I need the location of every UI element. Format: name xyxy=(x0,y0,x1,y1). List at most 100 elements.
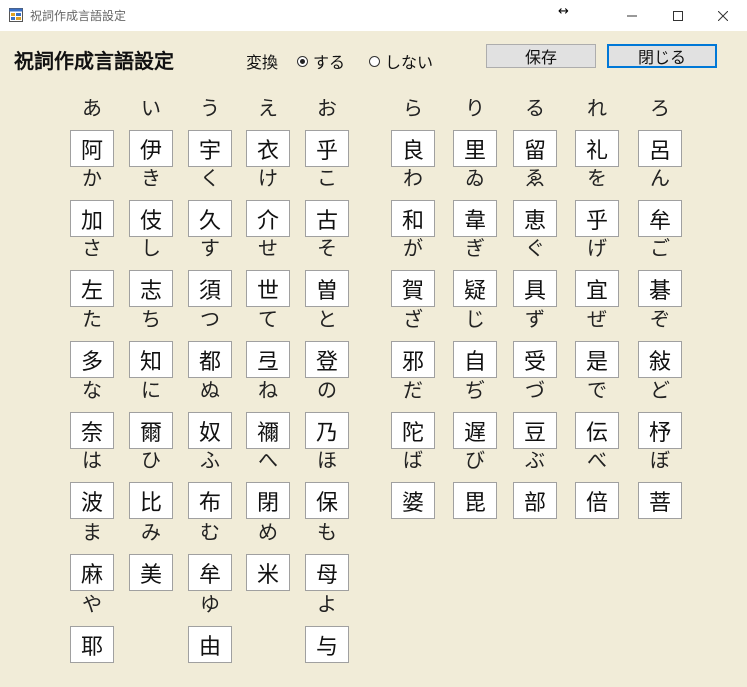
kanji-input[interactable]: 須 xyxy=(188,270,232,307)
kanji-input[interactable]: 乃 xyxy=(305,412,349,449)
kanji-input[interactable]: 禰 xyxy=(246,412,290,449)
kanji-input[interactable]: 呂 xyxy=(638,130,682,167)
kana-label: ら xyxy=(403,96,423,120)
kanji-input[interactable]: 爾 xyxy=(129,412,173,449)
kanji-input[interactable]: 碁 xyxy=(638,270,682,307)
kana-label: つ xyxy=(200,307,220,331)
kanji-input[interactable]: 宇 xyxy=(188,130,232,167)
kana-label: し xyxy=(141,236,161,260)
kanji-input[interactable]: 衣 xyxy=(246,130,290,167)
kanji-input[interactable]: 古 xyxy=(305,200,349,237)
kanji-input[interactable]: 疑 xyxy=(453,270,497,307)
kanji-input[interactable]: 都 xyxy=(188,341,232,378)
kanji-input[interactable]: 受 xyxy=(513,341,557,378)
kanji-input[interactable]: 和 xyxy=(391,200,435,237)
kanji-input[interactable]: 里 xyxy=(453,130,497,167)
kana-label: ぼ xyxy=(650,448,670,472)
kanji-input[interactable]: 閉 xyxy=(246,482,290,519)
kanji-input[interactable]: 牟 xyxy=(188,554,232,591)
minimize-icon xyxy=(627,15,637,16)
kana-label: て xyxy=(258,307,278,331)
close-window-button[interactable] xyxy=(700,0,746,31)
kanji-input[interactable]: 是 xyxy=(575,341,619,378)
kanji-input[interactable]: 礼 xyxy=(575,130,619,167)
kanji-input[interactable]: 陀 xyxy=(391,412,435,449)
kanji-input[interactable]: 志 xyxy=(129,270,173,307)
kanji-input[interactable]: 杼 xyxy=(638,412,682,449)
kana-label: が xyxy=(403,236,423,260)
kanji-input[interactable]: 与 xyxy=(305,626,349,663)
kanji-input[interactable]: 奈 xyxy=(70,412,114,449)
kanji-input[interactable]: 米 xyxy=(246,554,290,591)
kanji-input[interactable]: 介 xyxy=(246,200,290,237)
kana-label: や xyxy=(82,592,102,616)
kanji-input[interactable]: 比 xyxy=(129,482,173,519)
conversion-on-radio[interactable]: する xyxy=(297,49,345,73)
kanji-input[interactable]: 美 xyxy=(129,554,173,591)
kanji-input[interactable]: 伊 xyxy=(129,130,173,167)
kanji-input[interactable]: 弖 xyxy=(246,341,290,378)
minimize-button[interactable] xyxy=(609,0,655,31)
kanji-input[interactable]: 遅 xyxy=(453,412,497,449)
kanji-input[interactable]: 恵 xyxy=(513,200,557,237)
kana-label: ろ xyxy=(650,96,670,120)
kanji-input[interactable]: 布 xyxy=(188,482,232,519)
kanji-input[interactable]: 邪 xyxy=(391,341,435,378)
kanji-input[interactable]: 母 xyxy=(305,554,349,591)
kana-label: よ xyxy=(317,592,337,616)
kanji-input[interactable]: 曽 xyxy=(305,270,349,307)
kana-label: づ xyxy=(525,378,545,402)
kana-label: ぬ xyxy=(200,378,220,402)
kana-label: ぶ xyxy=(525,448,545,472)
kanji-input[interactable]: 乎 xyxy=(575,200,619,237)
kana-label: ゐ xyxy=(465,166,485,190)
conversion-off-radio[interactable]: しない xyxy=(369,49,433,73)
radio-checked-icon xyxy=(297,55,308,67)
kanji-input[interactable]: 良 xyxy=(391,130,435,167)
radio-unchecked-icon xyxy=(369,55,380,67)
kanji-input[interactable]: 加 xyxy=(70,200,114,237)
kana-label: せ xyxy=(258,236,278,260)
kanji-input[interactable]: 多 xyxy=(70,341,114,378)
kanji-input[interactable]: 留 xyxy=(513,130,557,167)
kanji-input[interactable]: 菩 xyxy=(638,482,682,519)
close-button[interactable]: 閉じる xyxy=(607,44,717,68)
kanji-input[interactable]: 知 xyxy=(129,341,173,378)
kana-label: た xyxy=(82,307,102,331)
kana-label: ぐ xyxy=(525,236,545,260)
kanji-input[interactable]: 賀 xyxy=(391,270,435,307)
kanji-input[interactable]: 由 xyxy=(188,626,232,663)
kanji-input[interactable]: 自 xyxy=(453,341,497,378)
kanji-input[interactable]: 韋 xyxy=(453,200,497,237)
kanji-input[interactable]: 宜 xyxy=(575,270,619,307)
kanji-input[interactable]: 倍 xyxy=(575,482,619,519)
kana-label: こ xyxy=(317,166,337,190)
kanji-input[interactable]: 毘 xyxy=(453,482,497,519)
kanji-input[interactable]: 奴 xyxy=(188,412,232,449)
kanji-input[interactable]: 波 xyxy=(70,482,114,519)
save-button[interactable]: 保存 xyxy=(486,44,596,68)
kanji-input[interactable]: 伎 xyxy=(129,200,173,237)
kanji-input[interactable]: 牟 xyxy=(638,200,682,237)
kanji-input[interactable]: 伝 xyxy=(575,412,619,449)
kanji-input[interactable]: 阿 xyxy=(70,130,114,167)
kanji-input[interactable]: 久 xyxy=(188,200,232,237)
maximize-button[interactable] xyxy=(655,0,701,31)
kana-label: す xyxy=(200,236,220,260)
kanji-input[interactable]: 登 xyxy=(305,341,349,378)
kanji-input[interactable]: 左 xyxy=(70,270,114,307)
kanji-input[interactable]: 豆 xyxy=(513,412,557,449)
kanji-input[interactable]: 世 xyxy=(246,270,290,307)
kana-label: る xyxy=(525,96,545,120)
kanji-input[interactable]: 敍 xyxy=(638,341,682,378)
kanji-input[interactable]: 麻 xyxy=(70,554,114,591)
kanji-input[interactable]: 保 xyxy=(305,482,349,519)
kanji-input[interactable]: 乎 xyxy=(305,130,349,167)
kana-label: へ xyxy=(258,448,278,472)
kanji-input[interactable]: 婆 xyxy=(391,482,435,519)
kanji-input[interactable]: 耶 xyxy=(70,626,114,663)
kanji-input[interactable]: 具 xyxy=(513,270,557,307)
page-title: 祝詞作成言語設定 xyxy=(14,49,174,73)
kanji-input[interactable]: 部 xyxy=(513,482,557,519)
kana-label: く xyxy=(200,166,220,190)
